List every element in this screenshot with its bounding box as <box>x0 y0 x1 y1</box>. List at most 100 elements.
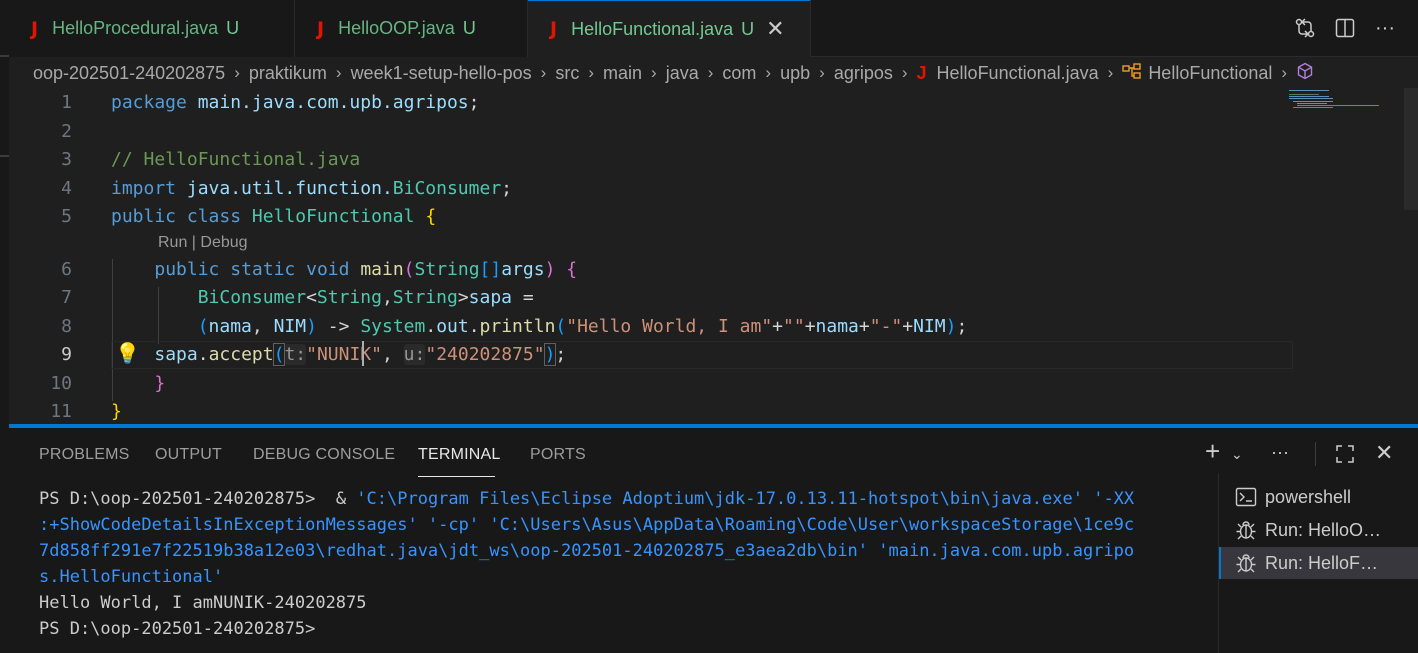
terminal-output[interactable]: PS D:\oop-202501-240202875> & 'C:\Progra… <box>39 486 1219 642</box>
tab-debug-console[interactable]: DEBUG CONSOLE <box>253 446 395 464</box>
breadcrumb-item[interactable]: main <box>603 63 642 84</box>
terminal-item-run-hello-oop[interactable]: Run: HelloO… <box>1219 514 1418 546</box>
chevron-down-icon[interactable]: ⌄ <box>1231 446 1243 463</box>
breadcrumb-item[interactable]: week1-setup-hello-pos <box>351 63 532 84</box>
line-number: 4 <box>61 178 72 199</box>
codelens-run-debug[interactable]: Run | Debug <box>158 234 248 252</box>
code-line-11: } <box>111 401 122 422</box>
java-file-icon: J <box>550 18 558 40</box>
tab-label: HelloProcedural.java <box>52 18 219 38</box>
tab-hello-oop[interactable]: J HelloOOP.java U <box>295 0 528 57</box>
class-symbol-icon <box>1122 62 1142 84</box>
tab-label: HelloFunctional.java <box>571 18 734 39</box>
chevron-right-icon: › <box>540 63 547 82</box>
more-actions-icon[interactable]: ··· <box>1371 14 1399 42</box>
editor-scrollbar[interactable] <box>1404 88 1418 210</box>
line-number-current: 9 <box>61 344 72 365</box>
breadcrumb-item[interactable]: agripos <box>834 63 893 84</box>
divider <box>1315 442 1316 466</box>
terminal-prompt: PS D:\oop-202501-240202875> <box>39 619 326 639</box>
chevron-right-icon: › <box>707 63 714 82</box>
chevron-right-icon: › <box>901 63 908 82</box>
java-file-icon: J <box>31 17 39 40</box>
line-number: 6 <box>61 259 72 280</box>
close-icon[interactable]: ✕ <box>766 16 784 42</box>
parameter-hint: t: <box>284 344 307 365</box>
debug-icon <box>1235 519 1259 541</box>
line-number: 1 <box>61 92 72 113</box>
code-line-4: import java.util.function.BiConsumer; <box>111 178 512 199</box>
minimap[interactable] <box>1289 88 1409 148</box>
untracked-badge: U <box>462 18 476 38</box>
method-symbol-icon <box>1296 62 1314 85</box>
breadcrumb-item[interactable]: java <box>666 63 699 84</box>
breadcrumb-item[interactable]: praktikum <box>249 63 327 84</box>
code-line-1: package main.java.com.upb.agripos; <box>111 92 480 113</box>
split-editor-icon[interactable] <box>1331 14 1359 42</box>
tab-terminal[interactable]: TERMINAL <box>418 446 501 464</box>
source-control-compare-icon[interactable] <box>1291 14 1319 42</box>
terminal-item-powershell[interactable]: powershell <box>1219 481 1418 513</box>
breadcrumb-item[interactable]: com <box>722 63 756 84</box>
text-cursor <box>362 341 364 366</box>
debug-icon <box>1235 552 1259 574</box>
breadcrumb-symbol[interactable]: HelloFunctional <box>1148 63 1272 84</box>
terminal-item-label: Run: HelloO… <box>1265 519 1382 540</box>
java-file-icon: J <box>317 17 325 40</box>
line-number: 2 <box>61 121 72 142</box>
chevron-right-icon: › <box>765 63 772 82</box>
breadcrumb-file[interactable]: HelloFunctional.java <box>937 63 1099 84</box>
line-number: 11 <box>50 401 72 422</box>
chevron-right-icon: › <box>588 63 595 82</box>
code-line-3: // HelloFunctional.java <box>111 149 361 170</box>
terminal-powershell-icon <box>1235 487 1259 507</box>
terminal-item-run-hello-functional[interactable]: Run: HelloF… <box>1219 547 1418 579</box>
tab-problems[interactable]: PROBLEMS <box>39 446 130 464</box>
code-line-7: BiConsumer<String,String>sapa = <box>197 287 534 308</box>
java-file-icon: J <box>916 62 927 83</box>
line-number: 5 <box>61 206 72 227</box>
code-line-8: (nama, NIM) -> System.out.println("Hello… <box>197 316 968 337</box>
breadcrumb-item[interactable]: upb <box>780 63 810 84</box>
code-line-6: public static void main(String[]args) { <box>154 259 578 280</box>
tab-label: HelloOOP.java <box>338 18 455 38</box>
tab-ports[interactable]: PORTS <box>530 446 586 464</box>
chevron-right-icon: › <box>1281 63 1288 82</box>
chevron-right-icon: › <box>234 63 240 82</box>
line-number: 3 <box>61 149 72 170</box>
code-line-5: public class HelloFunctional { <box>111 206 437 227</box>
parameter-hint: u: <box>403 344 426 365</box>
terminal-item-label: Run: HelloF… <box>1265 552 1379 573</box>
chevron-right-icon: › <box>335 63 342 82</box>
untracked-badge: U <box>741 18 755 39</box>
line-number: 7 <box>61 287 72 308</box>
tab-output[interactable]: OUTPUT <box>155 446 222 464</box>
terminal-item-label: powershell <box>1265 486 1352 507</box>
terminal-list: powershell Run: HelloO… Run: HelloF… <box>1218 473 1418 653</box>
code-line-10: } <box>154 373 166 394</box>
untracked-badge: U <box>226 18 240 38</box>
breadcrumb-item[interactable]: oop-202501-240202875 <box>33 63 225 84</box>
active-tab-indicator <box>418 476 495 477</box>
new-terminal-icon[interactable]: + <box>1205 436 1220 467</box>
breadcrumb-item[interactable]: src <box>555 63 579 84</box>
chevron-right-icon: › <box>1107 63 1114 82</box>
line-number: 8 <box>61 316 72 337</box>
breadcrumb: oop-202501-240202875 › praktikum › week1-s… <box>9 58 1418 88</box>
chevron-right-icon: › <box>819 63 825 82</box>
activity-bar-edge <box>0 0 9 653</box>
terminal-scrollbar[interactable] <box>1205 476 1218 653</box>
more-actions-icon[interactable]: ··· <box>1271 442 1289 463</box>
tab-hello-procedural[interactable]: J HelloProcedural.java U <box>9 0 295 57</box>
code-line-9: sapa.accept(t:"NUNIK", u:"240202875"); <box>154 343 567 366</box>
maximize-panel-icon[interactable] <box>1335 444 1355 470</box>
divider <box>0 155 9 157</box>
close-icon[interactable]: ✕ <box>1375 440 1393 466</box>
bottom-panel: PROBLEMS OUTPUT DEBUG CONSOLE TERMINAL P… <box>9 428 1418 653</box>
program-output: Hello World, I amNUNIK-240202875 <box>39 593 367 613</box>
divider <box>0 55 9 57</box>
code-editor[interactable]: 1 2 3 4 5 6 7 8 9 10 11 💡 package main.j… <box>9 88 1418 426</box>
tab-hello-functional[interactable]: J HelloFunctional.java U ✕ <box>528 0 811 57</box>
chevron-right-icon: › <box>651 63 657 82</box>
editor-tab-bar: J HelloProcedural.java U J HelloOOP.java… <box>9 0 1418 57</box>
